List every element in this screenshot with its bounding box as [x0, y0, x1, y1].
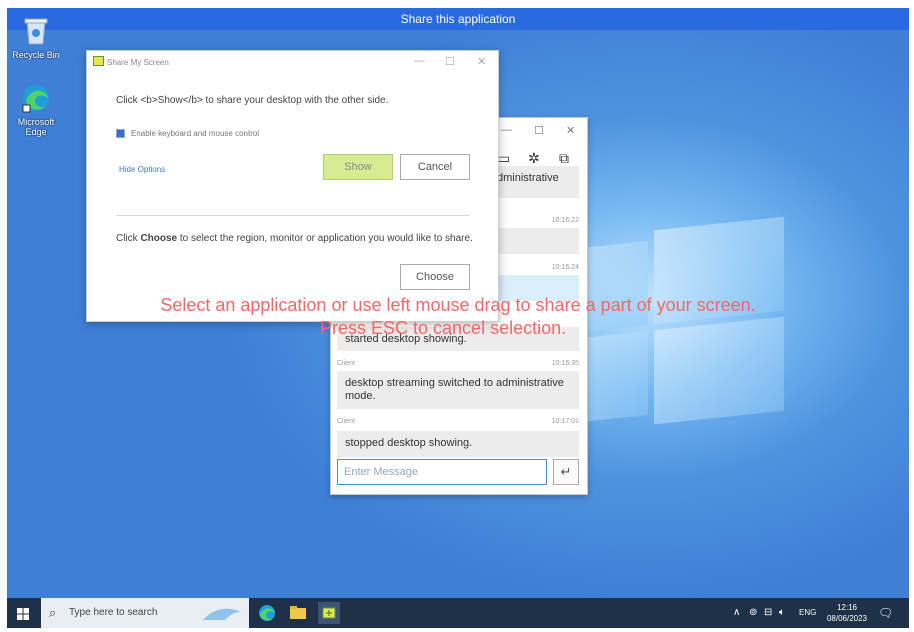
dialog-title: Share My Screen	[107, 58, 169, 67]
overlay-line-1: Select an application or use left mouse …	[160, 295, 756, 315]
hide-options-link[interactable]: Hide Options	[119, 164, 165, 176]
selection-overlay: Select an application or use left mouse …	[7, 294, 909, 338]
app-icon	[93, 56, 104, 66]
message-text: dministrative	[497, 172, 559, 184]
recycle-bin-icon	[7, 16, 65, 48]
divider	[116, 215, 470, 216]
close-icon[interactable]: ✕	[477, 55, 486, 68]
message-text: stopped desktop showing.	[345, 437, 473, 449]
share-my-screen-dialog: Share My Screen — ☐ ✕ Click <b>Show</b> …	[86, 50, 499, 322]
edge-taskbar-icon[interactable]	[256, 602, 278, 624]
desktop-icon-label: Recycle Bin	[12, 50, 60, 60]
volume-icon[interactable]: 🔈︎	[779, 598, 785, 628]
message-text: desktop streaming switched to administra…	[345, 377, 564, 402]
remote-screen-icon[interactable]: ⧉	[559, 150, 569, 167]
send-button[interactable]: ↵	[553, 459, 579, 485]
share-app-taskbar-icon[interactable]	[318, 602, 340, 624]
enable-control-label: Enable keyboard and mouse control	[131, 129, 260, 138]
taskbar-search-box[interactable]: ⌕ Type here to search	[41, 598, 249, 628]
share-application-banner: Share this application	[7, 8, 909, 30]
message-meta: Client 10:17:01	[337, 418, 579, 425]
chat-message: desktop streaming switched to administra…	[337, 371, 579, 409]
file-explorer-icon[interactable]	[287, 602, 309, 624]
taskbar: ⌕ Type here to search ∧ ⊚ ⊟ 🔈︎ ENG 12:16…	[7, 598, 909, 628]
clock-date: 08/06/2023	[826, 614, 868, 623]
edge-icon	[7, 83, 65, 115]
chevron-up-icon[interactable]: ∧	[733, 598, 740, 628]
search-placeholder: Type here to search	[69, 607, 158, 618]
maximize-icon[interactable]: ☐	[534, 124, 544, 137]
maximize-icon[interactable]: ☐	[445, 55, 455, 68]
message-input[interactable]	[337, 459, 547, 485]
dolphin-search-highlight-icon	[201, 604, 245, 628]
search-icon: ⌕	[49, 605, 57, 620]
close-icon[interactable]: ✕	[566, 124, 575, 137]
message-meta: Client 10:16:35	[337, 360, 579, 367]
desktop: Share this application Recycle Bin Micro…	[7, 8, 909, 628]
overlay-line-2: Press ESC to cancel selection.	[320, 318, 567, 338]
cancel-button[interactable]: Cancel	[400, 154, 470, 180]
minimize-icon[interactable]: —	[501, 124, 512, 136]
chat-message: stopped desktop showing.	[337, 431, 579, 457]
show-button[interactable]: Show	[323, 154, 393, 180]
clock-time: 12:16	[836, 603, 858, 612]
minimize-icon[interactable]: —	[414, 55, 425, 67]
start-icon[interactable]	[17, 607, 29, 625]
choose-button[interactable]: Choose	[400, 264, 470, 290]
network-icon[interactable]: ⊟	[764, 598, 772, 628]
language-indicator[interactable]: ENG	[799, 598, 816, 628]
desktop-icon-microsoft-edge[interactable]: Microsoft Edge	[7, 83, 65, 137]
notifications-icon[interactable]: 🗨︎	[878, 598, 893, 628]
enable-control-checkbox[interactable]	[116, 129, 125, 138]
desktop-icon-label: Microsoft Edge	[17, 117, 55, 137]
meet-now-icon[interactable]: ⊚	[749, 598, 757, 628]
tools-icon[interactable]: ✲	[528, 150, 540, 167]
show-instruction: Click <b>Show</b> to share your desktop …	[116, 95, 389, 106]
enter-icon: ↵	[560, 464, 572, 479]
desktop-icon-recycle-bin[interactable]: Recycle Bin	[7, 16, 65, 60]
choose-instruction: Click Choose to select the region, monit…	[116, 233, 473, 244]
clock[interactable]: 12:16 08/06/2023	[825, 602, 869, 624]
